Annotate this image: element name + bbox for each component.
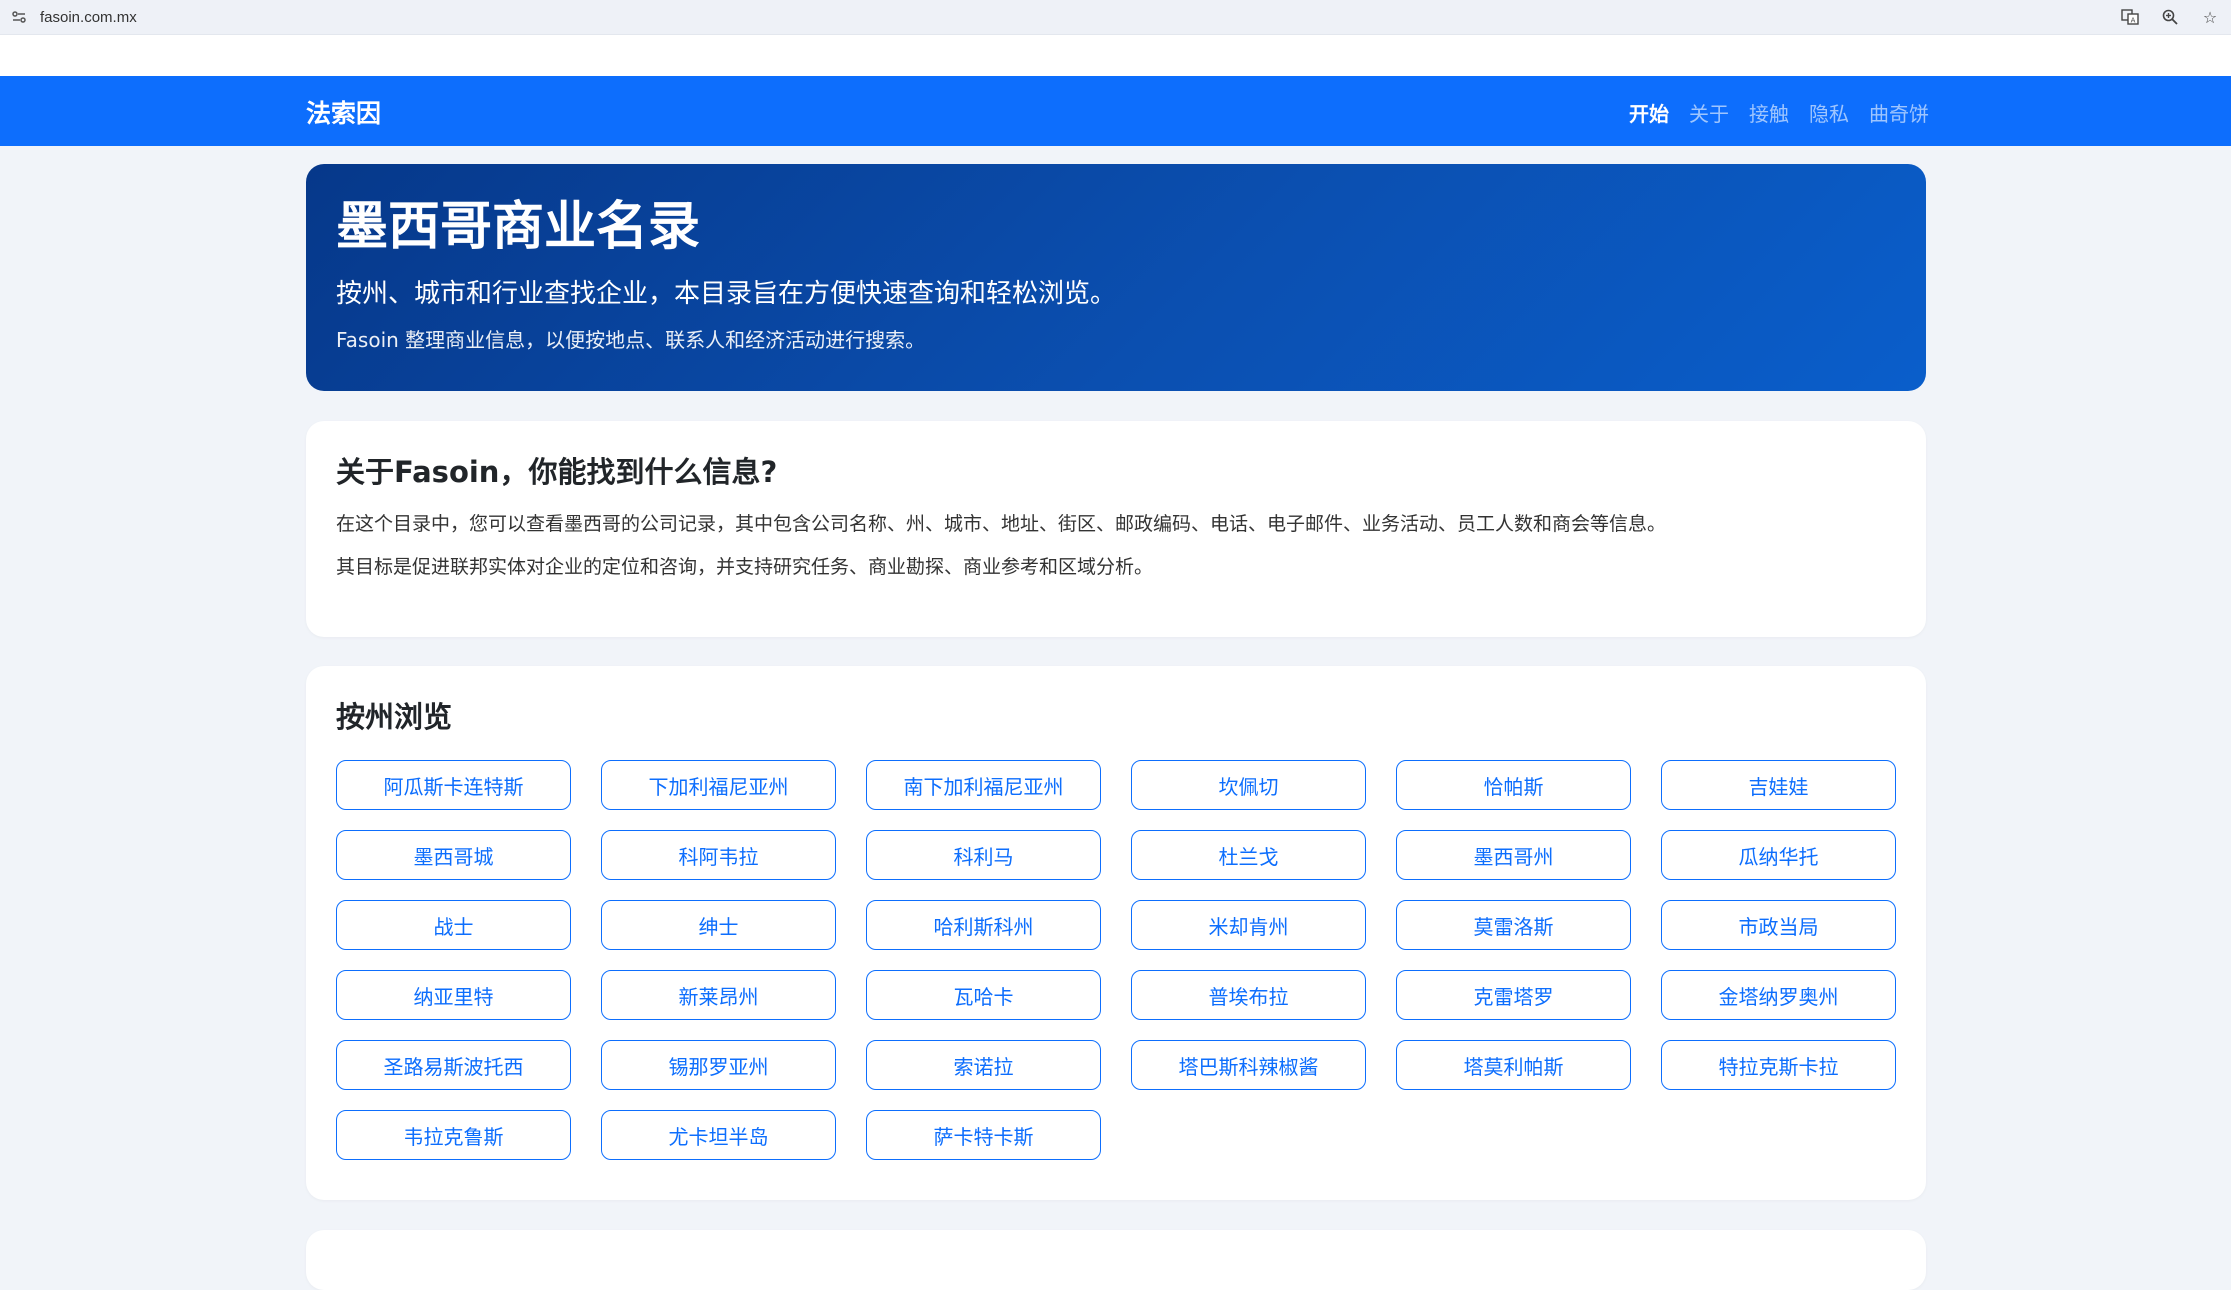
state-button[interactable]: 塔巴斯科辣椒酱 bbox=[1131, 1040, 1366, 1090]
state-button[interactable]: 墨西哥城 bbox=[336, 830, 571, 880]
translate-icon[interactable]: A bbox=[2119, 6, 2141, 28]
state-button[interactable]: 绅士 bbox=[601, 900, 836, 950]
next-section-card bbox=[306, 1230, 1926, 1290]
nav-links: 开始 关于 接触 隐私 曲奇饼 bbox=[1629, 98, 1929, 127]
states-card: 按州浏览 阿瓜斯卡连特斯 下加利福尼亚州 南下加利福尼亚州 坎佩切 恰帕斯 吉娃… bbox=[306, 666, 1926, 1200]
navbar: 法索因 开始 关于 接触 隐私 曲奇饼 bbox=[0, 76, 2231, 146]
browser-toolbar: fasoin.com.mx A ☆ bbox=[0, 0, 2231, 35]
state-button[interactable]: 南下加利福尼亚州 bbox=[866, 760, 1101, 810]
state-button[interactable]: 纳亚里特 bbox=[336, 970, 571, 1020]
state-button[interactable]: 阿瓜斯卡连特斯 bbox=[336, 760, 571, 810]
states-title: 按州浏览 bbox=[336, 700, 453, 734]
brand-logo[interactable]: 法索因 bbox=[306, 94, 381, 130]
state-button[interactable]: 坎佩切 bbox=[1131, 760, 1366, 810]
state-button[interactable]: 韦拉克鲁斯 bbox=[336, 1110, 571, 1160]
state-button[interactable]: 哈利斯科州 bbox=[866, 900, 1101, 950]
state-button[interactable]: 锡那罗亚州 bbox=[601, 1040, 836, 1090]
state-button[interactable]: 克雷塔罗 bbox=[1396, 970, 1631, 1020]
state-button[interactable]: 瓜纳华托 bbox=[1661, 830, 1896, 880]
state-button[interactable]: 索诺拉 bbox=[866, 1040, 1101, 1090]
nav-link-home[interactable]: 开始 bbox=[1629, 98, 1669, 127]
state-button[interactable]: 莫雷洛斯 bbox=[1396, 900, 1631, 950]
hero-title: 墨西哥商业名录 bbox=[336, 197, 701, 257]
state-button[interactable]: 科利马 bbox=[866, 830, 1101, 880]
about-paragraph-2: 其目标是促进联邦实体对企业的定位和咨询，并支持研究任务、商业勘探、商业参考和区域… bbox=[336, 555, 1154, 578]
state-button[interactable]: 墨西哥州 bbox=[1396, 830, 1631, 880]
state-button[interactable]: 金塔纳罗奥州 bbox=[1661, 970, 1896, 1020]
state-button[interactable]: 新莱昂州 bbox=[601, 970, 836, 1020]
state-button[interactable]: 萨卡特卡斯 bbox=[866, 1110, 1101, 1160]
nav-link-contact[interactable]: 接触 bbox=[1749, 98, 1789, 127]
page-top-margin bbox=[0, 35, 2231, 76]
state-button[interactable]: 瓦哈卡 bbox=[866, 970, 1101, 1020]
nav-link-privacy[interactable]: 隐私 bbox=[1809, 98, 1849, 127]
hero-banner: 墨西哥商业名录 按州、城市和行业查找企业，本目录旨在方便快速查询和轻松浏览。 F… bbox=[306, 164, 1926, 391]
state-button-grid: 阿瓜斯卡连特斯 下加利福尼亚州 南下加利福尼亚州 坎佩切 恰帕斯 吉娃娃 墨西哥… bbox=[336, 760, 1896, 1160]
state-button[interactable]: 普埃布拉 bbox=[1131, 970, 1366, 1020]
state-button[interactable]: 市政当局 bbox=[1661, 900, 1896, 950]
state-button[interactable]: 尤卡坦半岛 bbox=[601, 1110, 836, 1160]
bookmark-star-icon[interactable]: ☆ bbox=[2199, 6, 2221, 28]
about-paragraph-1: 在这个目录中，您可以查看墨西哥的公司记录，其中包含公司名称、州、城市、地址、街区… bbox=[336, 513, 1667, 535]
zoom-icon[interactable] bbox=[2159, 6, 2181, 28]
site-settings-icon[interactable] bbox=[10, 8, 28, 26]
hero-subtitle: Fasoin 整理商业信息，以便按地点、联系人和经济活动进行搜索。 bbox=[336, 327, 926, 352]
about-title: 关于Fasoin，你能找到什么信息? bbox=[336, 455, 778, 489]
state-button[interactable]: 吉娃娃 bbox=[1661, 760, 1896, 810]
address-bar-url[interactable]: fasoin.com.mx bbox=[40, 9, 137, 26]
state-button[interactable]: 下加利福尼亚州 bbox=[601, 760, 836, 810]
state-button[interactable]: 塔莫利帕斯 bbox=[1396, 1040, 1631, 1090]
nav-link-about[interactable]: 关于 bbox=[1689, 98, 1729, 127]
about-card: 关于Fasoin，你能找到什么信息? 在这个目录中，您可以查看墨西哥的公司记录，… bbox=[306, 421, 1926, 637]
state-button[interactable]: 杜兰戈 bbox=[1131, 830, 1366, 880]
state-button[interactable]: 恰帕斯 bbox=[1396, 760, 1631, 810]
state-button[interactable]: 圣路易斯波托西 bbox=[336, 1040, 571, 1090]
hero-lead: 按州、城市和行业查找企业，本目录旨在方便快速查询和轻松浏览。 bbox=[336, 278, 1117, 309]
state-button[interactable]: 科阿韦拉 bbox=[601, 830, 836, 880]
nav-link-cookies[interactable]: 曲奇饼 bbox=[1869, 98, 1929, 127]
state-button[interactable]: 米却肯州 bbox=[1131, 900, 1366, 950]
state-button[interactable]: 战士 bbox=[336, 900, 571, 950]
state-button[interactable]: 特拉克斯卡拉 bbox=[1661, 1040, 1896, 1090]
svg-text:A: A bbox=[2131, 17, 2136, 25]
